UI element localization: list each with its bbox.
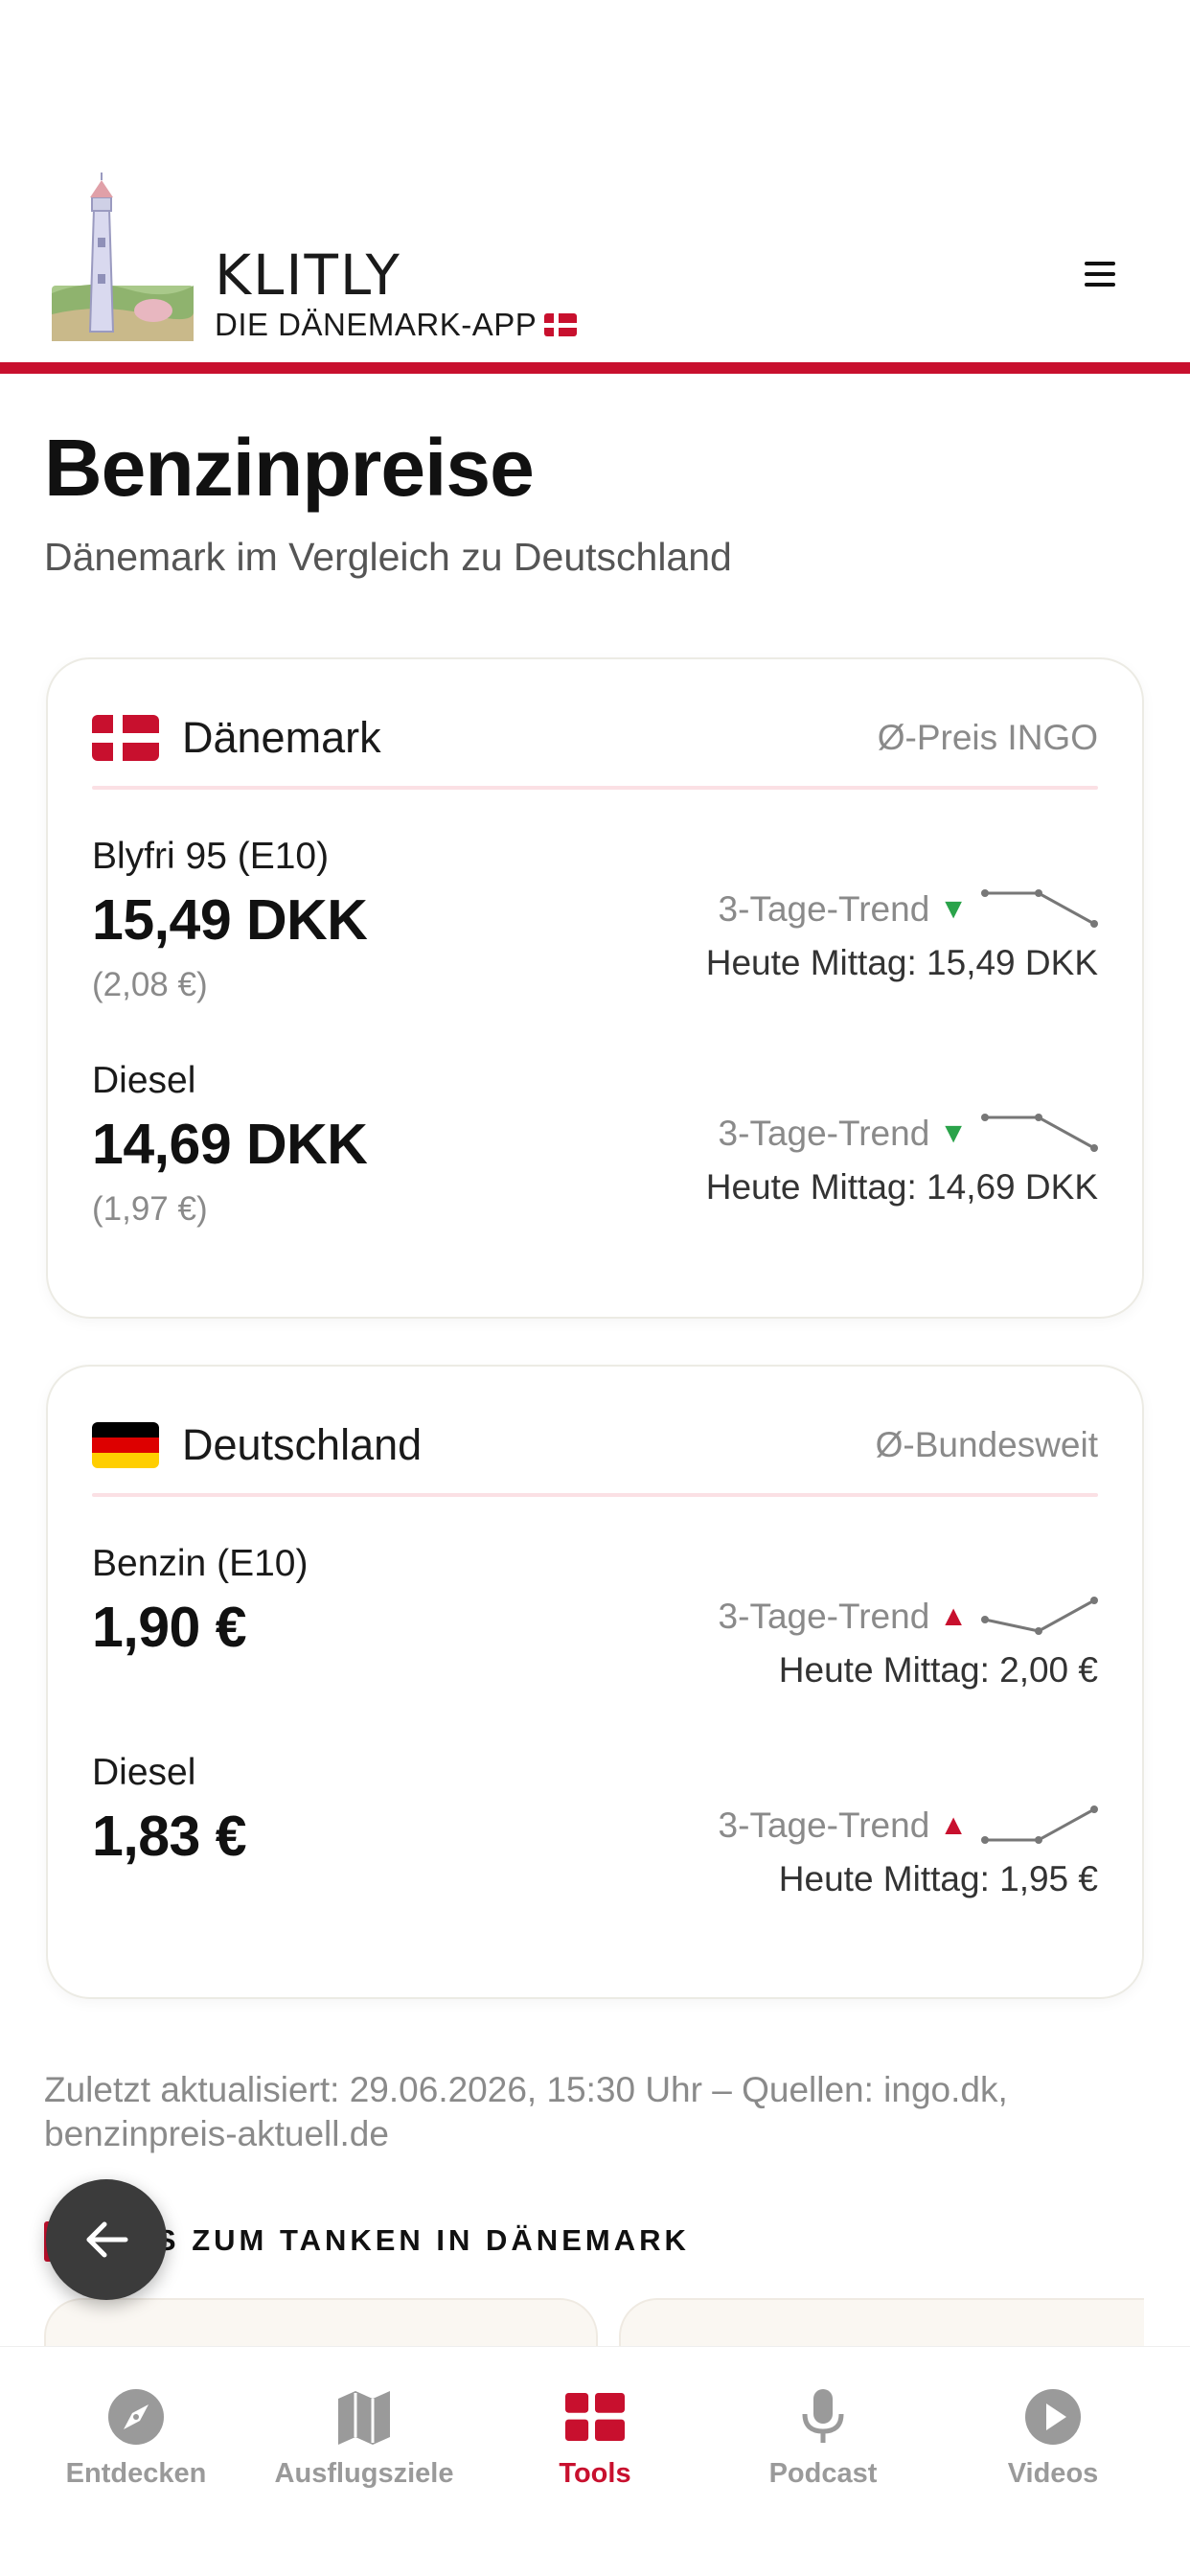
tab-label: Ausflugsziele: [274, 2458, 454, 2489]
card-price-source: Ø-Bundesweit: [875, 1425, 1098, 1464]
trend-sparkline: [981, 1114, 1098, 1152]
fuel-label: Benzin (E10): [92, 1543, 309, 1584]
trend-sparkline: [981, 1806, 1098, 1844]
danish-flag-icon: [565, 2393, 625, 2441]
page-title: Benzinpreise: [44, 423, 535, 513]
back-button[interactable]: [46, 2179, 167, 2300]
trend-indicator: 3-Tage-Trend ▲: [719, 1802, 1098, 1850]
denmark-flag-icon: [92, 715, 159, 761]
tab-label: Podcast: [768, 2458, 878, 2489]
fuel-label: Blyfri 95 (E10): [92, 836, 330, 877]
tab-tools[interactable]: Tools: [490, 2387, 700, 2490]
trend-indicator: 3-Tage-Trend ▲: [719, 1593, 1098, 1641]
noon-price: Heute Mittag: 2,00 €: [778, 1650, 1098, 1690]
trend-label: 3-Tage-Trend: [718, 1597, 930, 1636]
fuel-label: Diesel: [92, 1060, 196, 1101]
card-divider: [92, 1493, 1098, 1497]
tab-label: Entdecken: [65, 2458, 207, 2489]
trend-indicator: 3-Tage-Trend ▼: [719, 886, 1098, 933]
fuel-price: 15,49 DKK: [92, 888, 368, 952]
hamburger-menu-icon: [1085, 262, 1115, 287]
trend-down-arrow-icon: ▼: [939, 1117, 968, 1149]
trend-sparkline: [981, 889, 1098, 928]
last-updated-note: Zuletzt aktualisiert: 29.06.2026, 15:30 …: [44, 2070, 1008, 2153]
brand-tagline: DIE DÄNEMARK-APP: [215, 307, 578, 342]
card-price-source: Ø-Preis INGO: [877, 718, 1098, 757]
compass-icon: [108, 2389, 164, 2445]
trend-label: 3-Tage-Trend: [718, 1114, 930, 1153]
fuel-row: Blyfri 95 (E10) 15,49 DKK (2,08 €) 3-Tag…: [92, 836, 1098, 1027]
noon-price: Heute Mittag: 1,95 €: [778, 1859, 1098, 1898]
bottom-tab-bar: Entdecken Ausflugsziele Tools Podcast Vi…: [0, 2346, 1190, 2576]
trend-up-arrow-icon: ▲: [939, 1600, 968, 1632]
card-divider: [92, 786, 1098, 790]
fuel-row: Diesel 1,83 € 3-Tage-Trend ▲ Heute Mitta…: [92, 1752, 1098, 1944]
tips-section-title: TIPPS ZUM TANKEN IN DÄNEMARK: [75, 2223, 690, 2257]
trend-label: 3-Tage-Trend: [718, 1806, 930, 1845]
fuel-price-euro: (2,08 €): [92, 966, 208, 1003]
noon-price: Heute Mittag: 14,69 DKK: [705, 1167, 1098, 1207]
header-divider: [0, 362, 1190, 374]
tab-label: Videos: [1007, 2458, 1099, 2489]
denmark-price-card: Dänemark Ø-Preis INGO Blyfri 95 (E10) 15…: [46, 657, 1144, 1319]
tab-videos[interactable]: Videos: [948, 2387, 1158, 2490]
noon-price: Heute Mittag: 15,49 DKK: [705, 943, 1098, 982]
trend-down-arrow-icon: ▼: [939, 893, 968, 925]
germany-flag-icon: [92, 1422, 159, 1468]
brand-tagline-text: DIE DÄNEMARK-APP: [215, 307, 538, 342]
menu-button[interactable]: [1073, 253, 1127, 295]
brand-name: KLITLY: [215, 242, 401, 308]
fuel-price: 1,83 €: [92, 1805, 247, 1868]
card-country-name: Deutschland: [182, 1420, 423, 1469]
card-header: Deutschland Ø-Bundesweit: [92, 1416, 1098, 1474]
app-header: KLITLY DIE DÄNEMARK-APP: [0, 0, 1190, 362]
fuel-row: Diesel 14,69 DKK (1,97 €) 3-Tage-Trend ▼…: [92, 1060, 1098, 1252]
play-icon: [1025, 2389, 1081, 2445]
page-subtitle: Dänemark im Vergleich zu Deutschland: [44, 535, 732, 579]
fuel-price: 14,69 DKK: [92, 1113, 368, 1176]
trend-indicator: 3-Tage-Trend ▼: [719, 1110, 1098, 1158]
fuel-label: Diesel: [92, 1752, 196, 1793]
trend-label: 3-Tage-Trend: [718, 889, 930, 929]
trend-up-arrow-icon: ▲: [939, 1809, 968, 1841]
fuel-price: 1,90 €: [92, 1596, 247, 1659]
microphone-icon: [802, 2389, 844, 2443]
card-header: Dänemark Ø-Preis INGO: [92, 709, 1098, 767]
lighthouse-logo-icon[interactable]: [52, 171, 194, 341]
trend-sparkline: [981, 1597, 1098, 1635]
arrow-left-icon: [86, 2221, 128, 2258]
map-icon: [338, 2391, 390, 2445]
tab-podcast[interactable]: Podcast: [718, 2387, 928, 2490]
tab-label: Tools: [559, 2458, 631, 2489]
tab-entdecken[interactable]: Entdecken: [31, 2387, 241, 2490]
fuel-row: Benzin (E10) 1,90 € 3-Tage-Trend ▲ Heute…: [92, 1543, 1098, 1735]
germany-price-card: Deutschland Ø-Bundesweit Benzin (E10) 1,…: [46, 1365, 1144, 1999]
denmark-flag-small-icon: [544, 312, 578, 336]
card-country-name: Dänemark: [182, 713, 381, 762]
fuel-price-euro: (1,97 €): [92, 1190, 208, 1228]
tab-ausflugsziele[interactable]: Ausflugsziele: [259, 2387, 469, 2490]
